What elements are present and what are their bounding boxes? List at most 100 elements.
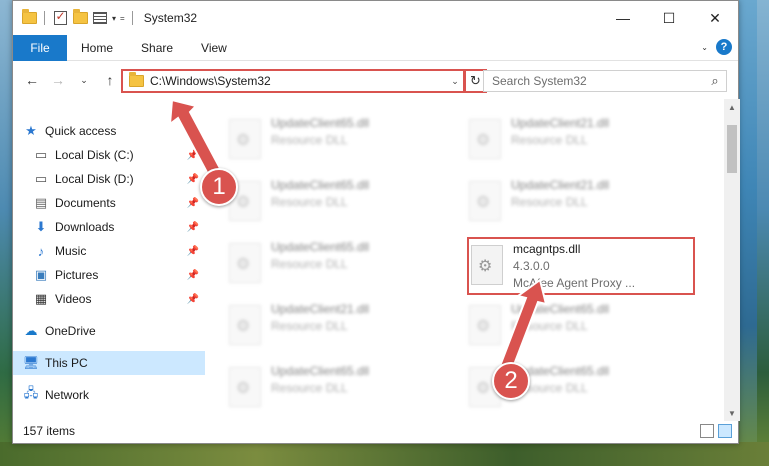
pin-icon[interactable]: 📌: [187, 270, 199, 281]
file-type: Resource DLL: [271, 195, 348, 209]
file-item[interactable]: UpdateClient65.dll Resource DLL: [469, 299, 669, 357]
details-view-icon[interactable]: [700, 424, 714, 438]
download-icon: ⬇: [35, 219, 47, 234]
tab-file[interactable]: File: [13, 34, 67, 61]
nav-this-pc[interactable]: 🖥 This PC: [13, 351, 205, 375]
pin-icon[interactable]: 📌: [187, 174, 199, 185]
recent-locations-icon[interactable]: ⌄: [73, 69, 95, 91]
back-arrow-icon[interactable]: ←: [21, 69, 43, 91]
new-folder-icon[interactable]: [72, 9, 88, 26]
dll-file-icon: [229, 243, 261, 283]
file-item[interactable]: UpdateClient65.dll Resource DLL: [229, 361, 429, 419]
search-icon[interactable]: ⌕: [704, 73, 726, 89]
nav-local-disk-c[interactable]: ▭ Local Disk (C:) 📌: [13, 143, 205, 167]
toolbar-separator: [44, 11, 45, 25]
search-box[interactable]: ⌕: [483, 70, 727, 92]
step-1-badge: 1: [200, 168, 238, 206]
help-icon[interactable]: ?: [716, 39, 732, 55]
nav-downloads[interactable]: ⬇ Downloads 📌: [13, 215, 205, 239]
navigation-pane: ★ Quick access ▭ Local Disk (C:) 📌 ▭ Loc…: [13, 99, 205, 421]
chevron-down-icon[interactable]: ⌄: [447, 76, 463, 87]
file-name: UpdateClient21.dll: [271, 302, 370, 316]
pin-icon[interactable]: 📌: [187, 294, 199, 305]
item-count: 157 items: [23, 424, 76, 438]
dll-file-icon: [469, 305, 501, 345]
file-item[interactable]: UpdateClient65.dll Resource DLL: [229, 237, 429, 295]
nav-label: Videos: [55, 292, 92, 306]
content-area: ★ Quick access ▭ Local Disk (C:) 📌 ▭ Loc…: [13, 99, 740, 421]
nav-label: Local Disk (D:): [55, 172, 134, 186]
tab-share[interactable]: Share: [127, 35, 187, 61]
file-type: Resource DLL: [271, 257, 348, 271]
drive-icon: ▭: [34, 147, 48, 162]
dll-file-icon: [229, 119, 261, 159]
address-row: ← → ⌄ ↑ C:\Windows\System32 ⌄ ↻ ⌕: [13, 61, 738, 99]
nav-pictures[interactable]: ▣ Pictures 📌: [13, 263, 205, 287]
pin-icon[interactable]: 📌: [187, 150, 199, 161]
nav-videos[interactable]: ▦ Videos 📌: [13, 287, 205, 311]
refresh-icon: ↻: [470, 73, 481, 88]
nav-documents[interactable]: ▤ Documents 📌: [13, 191, 205, 215]
search-input[interactable]: [484, 74, 704, 88]
up-arrow-icon[interactable]: ↑: [99, 69, 121, 91]
star-icon: ★: [25, 123, 37, 138]
nav-quick-access[interactable]: ★ Quick access: [13, 119, 205, 143]
file-name: UpdateClient21.dll: [511, 116, 610, 130]
close-button[interactable]: ✕: [692, 1, 738, 35]
file-name: UpdateClient65.dll: [271, 240, 370, 254]
forward-arrow-icon[interactable]: →: [47, 69, 69, 91]
file-item[interactable]: UpdateClient65.dll Resource DLL: [229, 113, 429, 171]
step-2-badge: 2: [492, 362, 530, 400]
pin-icon[interactable]: 📌: [187, 246, 199, 257]
file-type: Resource DLL: [511, 195, 588, 209]
file-type: Resource DLL: [271, 319, 348, 333]
nav-label: This PC: [45, 356, 88, 370]
minimize-button[interactable]: —: [600, 1, 646, 35]
nav-label: Quick access: [45, 124, 117, 138]
pin-icon[interactable]: 📌: [187, 198, 199, 209]
dll-file-icon: [229, 367, 261, 407]
file-list: UpdateClient65.dll Resource DLL UpdateCli…: [205, 99, 740, 421]
drive-icon: ▭: [34, 171, 48, 186]
dll-file-icon: [469, 119, 501, 159]
file-type: Resource DLL: [511, 319, 588, 333]
chevron-down-icon[interactable]: ▾: [112, 14, 116, 23]
nav-label: OneDrive: [45, 324, 96, 338]
expand-ribbon-icon[interactable]: ⌄: [701, 43, 708, 52]
nav-network[interactable]: 🖧 Network: [13, 383, 205, 407]
toolbar-separator: [131, 11, 133, 25]
file-type: Resource DLL: [511, 133, 588, 147]
address-bar[interactable]: C:\Windows\System32 ⌄: [121, 69, 465, 93]
tiles-view-icon[interactable]: [718, 424, 732, 438]
file-item[interactable]: UpdateClient21.dll Resource DLL: [229, 299, 429, 357]
dll-file-icon: [229, 305, 261, 345]
scroll-thumb[interactable]: [727, 125, 737, 173]
window-title: System32: [143, 11, 198, 25]
navigation-buttons: ← → ⌄ ↑: [21, 69, 121, 91]
properties-icon[interactable]: [92, 10, 108, 26]
file-highlight-frame: [467, 237, 695, 295]
nav-local-disk-d[interactable]: ▭ Local Disk (D:) 📌: [13, 167, 205, 191]
maximize-button[interactable]: ☐: [646, 1, 692, 35]
address-path[interactable]: C:\Windows\System32: [150, 74, 447, 88]
tab-view[interactable]: View: [187, 35, 241, 61]
file-type: Resource DLL: [271, 381, 348, 395]
scroll-up-icon[interactable]: ▲: [724, 99, 740, 115]
status-bar: 157 items: [13, 419, 740, 443]
file-name: UpdateClient21.dll: [511, 178, 610, 192]
vertical-scrollbar[interactable]: ▲ ▼: [724, 99, 740, 421]
nav-music[interactable]: ♪ Music 📌: [13, 239, 205, 263]
quick-access-toolbar: ▾ =: [13, 9, 136, 26]
file-item[interactable]: UpdateClient65.dll Resource DLL: [229, 175, 429, 233]
properties-check-icon[interactable]: [52, 9, 68, 26]
nav-onedrive[interactable]: ☁ OneDrive: [13, 319, 205, 343]
music-icon: ♪: [37, 243, 45, 259]
pin-icon[interactable]: 📌: [187, 222, 199, 233]
tab-home[interactable]: Home: [67, 35, 127, 61]
file-item[interactable]: UpdateClient21.dll Resource DLL: [469, 113, 669, 171]
customize-toolbar-icon[interactable]: =: [120, 14, 125, 23]
nav-label: Local Disk (C:): [55, 148, 134, 162]
file-item[interactable]: UpdateClient21.dll Resource DLL: [469, 175, 669, 233]
